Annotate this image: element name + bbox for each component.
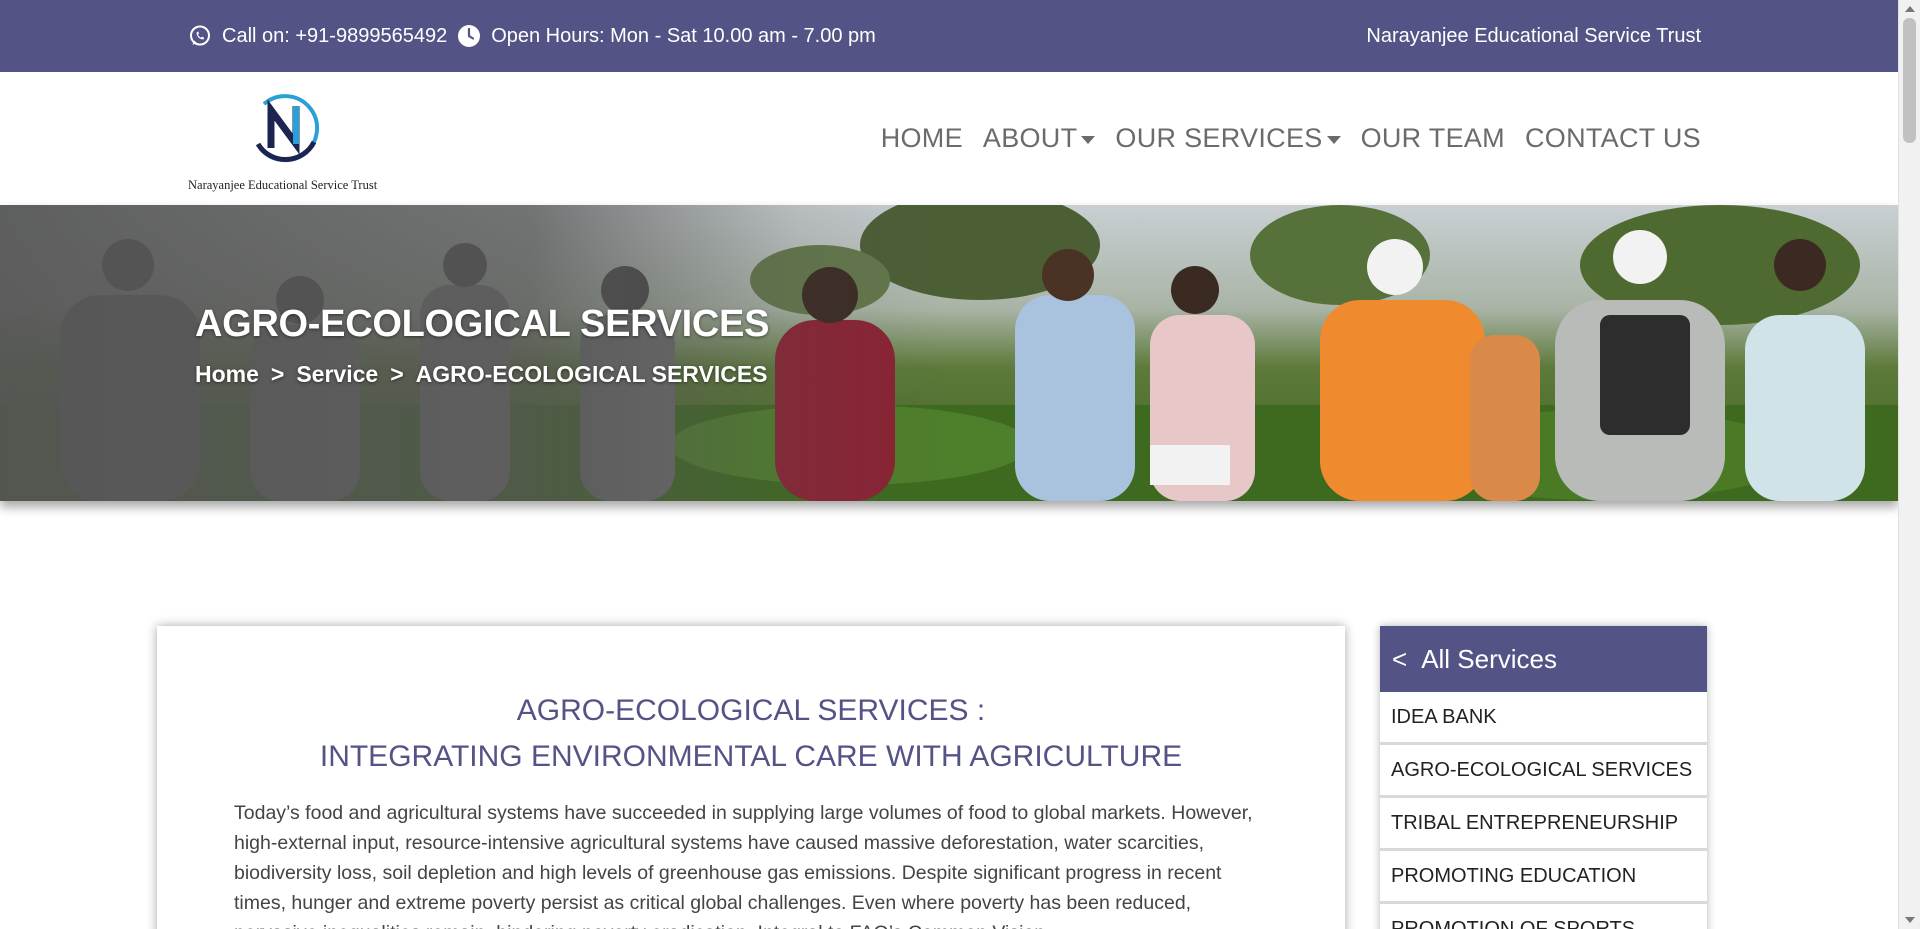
sidebar-item-idea-bank[interactable]: IDEA BANK [1380, 692, 1707, 745]
clock-icon [457, 24, 481, 48]
service-content-card: AGRO-ECOLOGICAL SERVICES : INTEGRATING E… [157, 626, 1345, 929]
sidebar-item-agro-ecological-services[interactable]: AGRO-ECOLOGICAL SERVICES [1380, 745, 1707, 798]
breadcrumb-service[interactable]: Service [296, 361, 378, 388]
page-scrollbar[interactable] [1898, 0, 1920, 929]
nav-our-services[interactable]: OUR SERVICES [1115, 123, 1341, 154]
phone-number[interactable]: Call on: +91-9899565492 [222, 25, 447, 48]
main-nav: HOME ABOUT OUR SERVICES OUR TEAM CONTACT… [861, 72, 1701, 205]
nav-team-label: OUR TEAM [1360, 123, 1505, 153]
top-bar-contact: Call on: +91-9899565492 Open Hours: Mon … [188, 0, 886, 72]
service-description: Today’s food and agricultural systems ha… [234, 802, 1253, 929]
whatsapp-icon [188, 24, 212, 48]
top-bar-org-name: Narayanjee Educational Service Trust [1366, 24, 1701, 47]
breadcrumb-separator: > [390, 361, 404, 387]
nav-about[interactable]: ABOUT [983, 123, 1096, 154]
nav-home-label: HOME [880, 123, 963, 153]
breadcrumb-current: AGRO-ECOLOGICAL SERVICES [415, 361, 768, 387]
all-services-header[interactable]: < All Services [1380, 626, 1707, 692]
scroll-down-arrow-icon[interactable] [1905, 917, 1915, 923]
nav-about-label: ABOUT [982, 123, 1078, 153]
scrollbar-thumb[interactable] [1903, 18, 1916, 143]
caret-down-icon [1326, 135, 1341, 144]
logo-caption: Narayanjee Educational Service Trust [188, 178, 378, 192]
open-hours: Open Hours: Mon - Sat 10.00 am - 7.00 pm [491, 24, 876, 47]
breadcrumb: Home > Service > AGRO-ECOLOGICAL SERVICE… [195, 361, 780, 388]
service-heading: AGRO-ECOLOGICAL SERVICES : INTEGRATING E… [157, 688, 1345, 780]
services-sidebar: < All Services IDEA BANK AGRO-ECOLOGICAL… [1380, 626, 1707, 929]
breadcrumb-home[interactable]: Home [195, 361, 259, 388]
all-services-title: All Services [1421, 643, 1558, 674]
chevron-left-icon: < [1392, 643, 1408, 674]
logo-mark [244, 86, 326, 168]
nav-contact-us[interactable]: CONTACT US [1525, 123, 1701, 154]
service-heading-line2: INTEGRATING ENVIRONMENTAL CARE WITH AGRI… [319, 740, 1183, 773]
sidebar-item-tribal-entrepreneurship[interactable]: TRIBAL ENTREPRENEURSHIP [1380, 798, 1707, 851]
nav-services-label: OUR SERVICES [1115, 123, 1323, 153]
site-logo[interactable]: Narayanjee Educational Service Trust [188, 86, 398, 196]
sidebar-item-promotion-of-sports[interactable]: PROMOTION OF SPORTS [1380, 904, 1707, 929]
nav-contact-label: CONTACT US [1524, 123, 1701, 153]
page-banner: AGRO-ECOLOGICAL SERVICES Home > Service … [0, 205, 1898, 501]
caret-down-icon [1081, 135, 1096, 144]
nav-our-team[interactable]: OUR TEAM [1361, 123, 1505, 154]
breadcrumb-separator: > [270, 361, 285, 387]
site-header: Narayanjee Educational Service Trust HOM… [0, 72, 1898, 205]
page-title: AGRO-ECOLOGICAL SERVICES [195, 303, 770, 345]
sidebar-item-promoting-education[interactable]: PROMOTING EDUCATION [1380, 851, 1707, 904]
scroll-up-arrow-icon[interactable] [1905, 6, 1915, 12]
nav-home[interactable]: HOME [881, 123, 963, 154]
service-heading-line1: AGRO-ECOLOGICAL SERVICES : [516, 694, 986, 727]
banner-photo [0, 205, 1898, 501]
top-bar: Call on: +91-9899565492 Open Hours: Mon … [0, 0, 1898, 72]
